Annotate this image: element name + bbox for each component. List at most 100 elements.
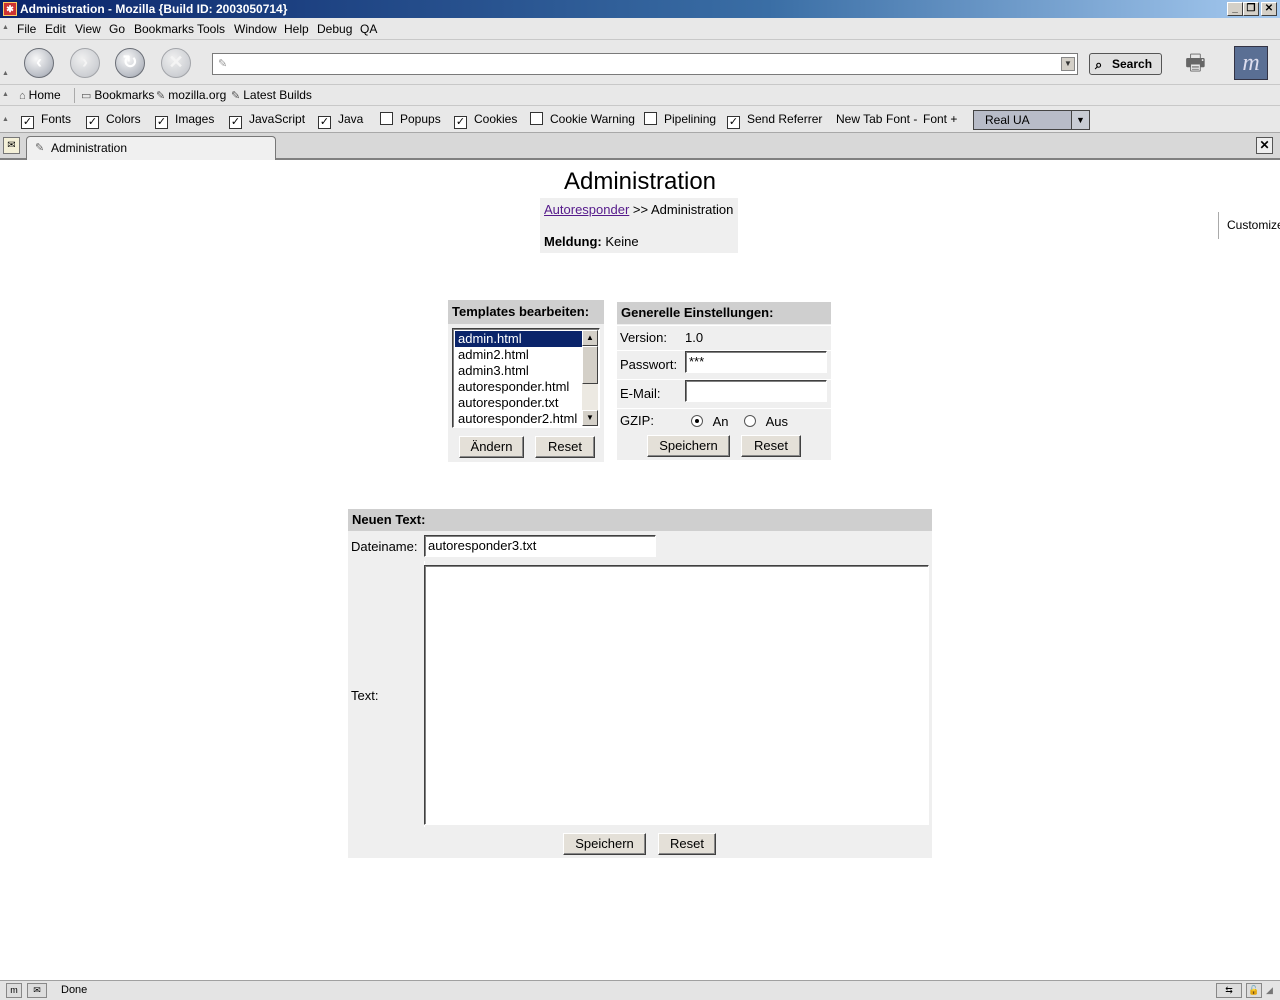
checkbox[interactable]: ✓ [21,116,34,129]
customize-button[interactable]: Customize [1218,212,1280,239]
menu-view[interactable]: View [75,22,101,36]
menu-window[interactable]: Window [234,22,277,36]
checkbox[interactable] [530,112,543,125]
gzip-label: GZIP: [620,413,654,428]
checkbox[interactable]: ✓ [454,116,467,129]
bookmark-icon: ✎ [231,90,241,102]
close-tab-button[interactable]: ✕ [1256,137,1273,154]
pref-colors[interactable]: ✓ Colors [86,112,141,129]
font-minus-button[interactable]: Font - [886,112,917,126]
radio-button[interactable] [691,415,703,427]
menu-debug[interactable]: Debug [317,22,352,36]
pref-fonts[interactable]: ✓ Fonts [21,112,71,129]
forward-button[interactable]: › [70,48,100,78]
pref-javascript[interactable]: ✓ JavaScript [229,112,305,129]
edit-template-button[interactable]: Ändern [459,436,524,458]
save-text-button[interactable]: Speichern [563,833,646,855]
url-bar[interactable]: ✎ ▼ [212,53,1078,75]
list-scrollbar[interactable]: ▲ ▼ [582,330,598,426]
chevron-down-icon[interactable]: ▼ [1071,111,1089,129]
pref-pipelining[interactable]: Pipelining [644,112,716,126]
menu-go[interactable]: Go [109,22,125,36]
checkbox[interactable] [380,112,393,125]
status-text: Done [61,984,88,996]
pref-cookie-warning[interactable]: Cookie Warning [530,112,635,126]
online-status-icon[interactable]: ⇆ [1216,983,1242,998]
mozilla-org-link[interactable]: ✎ mozilla.org [156,88,226,102]
separator [74,88,75,103]
gzip-off-option[interactable]: Aus [744,414,788,429]
close-window-button[interactable]: ✕ [1261,2,1277,16]
mozilla-logo-icon[interactable]: m [1234,46,1268,80]
list-item[interactable]: admin2.html [455,347,585,363]
checkbox[interactable]: ✓ [155,116,168,129]
checkbox[interactable]: ✓ [727,116,740,129]
templates-header: Templates bearbeiten: [448,300,604,324]
menu-bookmarks[interactable]: Bookmarks [134,22,194,36]
save-settings-button[interactable]: Speichern [647,435,730,457]
templates-listbox[interactable]: admin.html admin2.html admin3.html autor… [452,328,600,428]
checkbox[interactable] [644,112,657,125]
new-tab-button[interactable]: New Tab [836,112,882,126]
breadcrumb: Autoresponder >> Administration [544,202,733,217]
text-area[interactable] [424,565,929,825]
menu-edit[interactable]: Edit [45,22,66,36]
gzip-on-option[interactable]: An [691,414,729,429]
list-item[interactable]: autoresponder2.html [455,411,585,427]
list-item[interactable]: admin3.html [455,363,585,379]
message-label: Meldung: [544,234,602,249]
toolbar-grip-icon[interactable]: ▲ [2,91,10,98]
url-history-dropdown-icon[interactable]: ▼ [1061,57,1075,71]
scroll-up-icon[interactable]: ▲ [582,330,598,346]
home-button[interactable]: ⌂ Home [19,88,61,102]
pref-cookies[interactable]: ✓ Cookies [454,112,517,129]
checkbox[interactable]: ✓ [229,116,242,129]
pref-popups[interactable]: Popups [380,112,441,126]
scroll-thumb[interactable] [582,346,598,384]
menu-file[interactable]: File [17,22,36,36]
email-field[interactable] [685,380,827,402]
scroll-down-icon[interactable]: ▼ [582,410,598,426]
breadcrumb-link-autoresponder[interactable]: Autoresponder [544,202,629,217]
mozilla-app-icon[interactable]: ✱ [3,2,17,16]
radio-button[interactable] [744,415,756,427]
tab-administration[interactable]: ✎ Administration [26,136,276,160]
magnifier-icon: ⌕ [1095,57,1103,72]
pref-send-referrer[interactable]: ✓ Send Referrer [727,112,822,129]
maximize-button[interactable]: ❐ [1243,2,1259,16]
pref-images[interactable]: ✓ Images [155,112,214,129]
list-item[interactable]: admin.html [455,331,585,347]
new-tab-icon[interactable]: ✉ [3,137,20,154]
menu-qa[interactable]: QA [360,22,377,36]
list-item[interactable]: autoresponder.txt [455,395,585,411]
reset-settings-button[interactable]: Reset [741,435,801,457]
menu-help[interactable]: Help [284,22,309,36]
minimize-button[interactable]: _ [1227,2,1243,16]
print-icon[interactable]: 🖶 [1185,46,1215,75]
back-button[interactable]: ‹ [24,48,54,78]
reset-text-button[interactable]: Reset [658,833,716,855]
mozilla-mini-icon[interactable]: m [6,983,22,998]
bookmarks-button[interactable]: ▭ Bookmarks [81,88,154,102]
menu-bar: ▲ File Edit View Go Bookmarks Tools Wind… [0,18,1280,40]
reset-template-button[interactable]: Reset [535,436,595,458]
reload-button[interactable]: ↻ [115,48,145,78]
list-item[interactable]: autoresponder.html [455,379,585,395]
stop-button[interactable]: ✕ [161,48,191,78]
toolbar-grip-icon[interactable]: ▲ [2,116,10,123]
pref-java[interactable]: ✓ Java [318,112,363,129]
checkbox[interactable]: ✓ [318,116,331,129]
font-plus-button[interactable]: Font + [923,112,957,126]
filename-field[interactable]: autoresponder3.txt [424,535,656,557]
user-agent-select[interactable]: Real UA ▼ [973,110,1090,130]
resize-grip-icon[interactable]: ◢ [1266,985,1273,996]
tab-bar: ✉ ✎ Administration [0,133,1280,160]
search-button[interactable]: ⌕ Search [1089,53,1162,75]
mail-icon[interactable]: ✉ [27,983,47,998]
checkbox[interactable]: ✓ [86,116,99,129]
latest-builds-link[interactable]: ✎ Latest Builds [231,88,312,102]
toolbar-grip-icon[interactable]: ▲ [2,70,10,77]
toolbar-grip-icon[interactable]: ▲ [2,24,10,31]
password-field[interactable]: *** [685,351,827,373]
menu-tools[interactable]: Tools [197,22,225,36]
